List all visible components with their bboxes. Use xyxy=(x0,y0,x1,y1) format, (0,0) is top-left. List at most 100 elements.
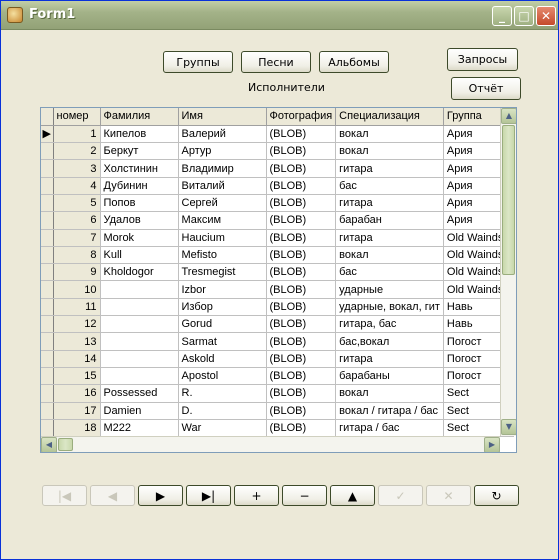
grid-cell[interactable]: Gorud xyxy=(178,315,267,334)
grid-cell[interactable]: Артур xyxy=(178,142,267,161)
table-row[interactable]: 5 Попов Сергей (BLOB) гитара Ария xyxy=(41,194,514,213)
grid-cell[interactable]: бас,вокал xyxy=(335,332,444,351)
grid-cell[interactable]: Morok xyxy=(100,229,179,247)
grid-cell[interactable]: Попов xyxy=(100,194,179,213)
table-row[interactable]: 17 Damien D. (BLOB) вокал / гитара / бас Sect xyxy=(41,402,514,420)
grid-cell[interactable]: гитара, бас xyxy=(335,315,444,334)
grid-cell[interactable]: War xyxy=(178,419,267,438)
scroll-down-icon[interactable]: ▼ xyxy=(501,419,516,435)
grid-cell[interactable]: 9 xyxy=(53,263,101,282)
grid-cell[interactable]: Сергей xyxy=(178,194,267,213)
row-indicator[interactable] xyxy=(41,263,54,282)
table-row[interactable]: 13 Sarmat (BLOB) бас,вокал Погост xyxy=(41,332,514,351)
grid-cell[interactable]: M222 xyxy=(100,419,179,438)
horizontal-scroll-thumb[interactable] xyxy=(58,438,73,451)
first-record-button[interactable]: |◀ xyxy=(42,485,87,506)
table-row[interactable]: 15 Apostol (BLOB) барабаны Погост xyxy=(41,367,514,386)
grid-cell[interactable]: (BLOB) xyxy=(266,332,337,351)
table-row[interactable]: 8 Kull Mefisto (BLOB) вокал Old Wainds xyxy=(41,246,514,265)
vertical-scroll-thumb[interactable] xyxy=(502,125,515,275)
title-bar[interactable]: Form1 _ □ ✕ xyxy=(1,1,558,30)
grid-cell[interactable]: Kholdogor xyxy=(100,263,179,282)
grid-cell[interactable]: гитара xyxy=(335,194,444,213)
column-header[interactable]: Фотография xyxy=(266,108,337,126)
grid-cell[interactable]: 1 xyxy=(53,125,101,144)
grid-cell[interactable]: гитара xyxy=(335,159,444,178)
grid-cell[interactable]: (BLOB) xyxy=(266,142,337,161)
grid-cell[interactable]: 5 xyxy=(53,194,101,213)
table-row[interactable]: 9 Kholdogor Tresmegist (BLOB) бас Old Wainds xyxy=(41,263,514,282)
grid-cell[interactable]: (BLOB) xyxy=(266,280,337,299)
grid-cell[interactable]: Apostol xyxy=(178,367,267,386)
table-row[interactable]: 4 Дубинин Виталий (BLOB) бас Ария xyxy=(41,177,514,195)
grid-cell[interactable]: 3 xyxy=(53,159,101,178)
close-button[interactable]: ✕ xyxy=(536,6,556,26)
grid-cell[interactable]: 12 xyxy=(53,315,101,334)
row-indicator[interactable]: ▶ xyxy=(41,125,54,144)
grid-cell[interactable]: (BLOB) xyxy=(266,367,337,386)
grid-cell[interactable] xyxy=(100,315,179,334)
row-indicator[interactable] xyxy=(41,159,54,178)
grid-cell[interactable]: 18 xyxy=(53,419,101,438)
grid-cell[interactable]: 4 xyxy=(53,177,101,195)
grid-cell[interactable]: (BLOB) xyxy=(266,315,337,334)
grid-cell[interactable] xyxy=(100,350,179,368)
grid-cell[interactable]: вокал xyxy=(335,142,444,161)
row-indicator[interactable] xyxy=(41,194,54,213)
grid-cell[interactable]: (BLOB) xyxy=(266,402,337,420)
row-indicator[interactable] xyxy=(41,315,54,334)
grid-cell[interactable]: Беркут xyxy=(100,142,179,161)
row-indicator[interactable] xyxy=(41,350,54,368)
table-row[interactable]: 16 Possessed R. (BLOB) вокал Sect xyxy=(41,384,514,403)
grid-cell[interactable]: (BLOB) xyxy=(266,159,337,178)
grid-cell[interactable]: бас xyxy=(335,177,444,195)
maximize-button[interactable]: □ xyxy=(514,6,534,26)
table-row[interactable]: 18 M222 War (BLOB) гитара / бас Sect xyxy=(41,419,514,438)
row-indicator[interactable] xyxy=(41,332,54,351)
grid-cell[interactable]: Владимир xyxy=(178,159,267,178)
row-indicator[interactable] xyxy=(41,211,54,230)
last-record-button[interactable]: ▶| xyxy=(186,485,231,506)
grid-cell[interactable] xyxy=(100,280,179,299)
cancel-edit-button[interactable]: ✕ xyxy=(426,485,471,506)
grid-cell[interactable]: 14 xyxy=(53,350,101,368)
grid-cell[interactable]: (BLOB) xyxy=(266,177,337,195)
scroll-left-icon[interactable]: ◀ xyxy=(41,437,57,452)
table-row[interactable]: 2 Беркут Артур (BLOB) вокал Ария xyxy=(41,142,514,161)
grid-cell[interactable]: Кипелов xyxy=(100,125,179,144)
prior-record-button[interactable]: ◀ xyxy=(90,485,135,506)
table-row[interactable]: 10 Izbor (BLOB) ударные Old Wainds xyxy=(41,280,514,299)
grid-cell[interactable]: (BLOB) xyxy=(266,419,337,438)
grid-cell[interactable]: Sarmat xyxy=(178,332,267,351)
grid-cell[interactable]: Izbor xyxy=(178,280,267,299)
row-indicator[interactable] xyxy=(41,246,54,265)
grid-cell[interactable]: Mefisto xyxy=(178,246,267,265)
grid-cell[interactable]: гитара / бас xyxy=(335,419,444,438)
row-indicator[interactable] xyxy=(41,298,54,317)
grid-cell[interactable] xyxy=(100,332,179,351)
table-row[interactable]: 11 Избор (BLOB) ударные, вокал, гит Навь xyxy=(41,298,514,317)
grid-cell[interactable]: (BLOB) xyxy=(266,125,337,144)
grid-cell[interactable]: Валерий xyxy=(178,125,267,144)
grid-cell[interactable]: 17 xyxy=(53,402,101,420)
table-row[interactable]: 14 Askold (BLOB) гитара Погост xyxy=(41,350,514,368)
column-header[interactable]: Специализация xyxy=(335,108,444,126)
grid-cell[interactable] xyxy=(100,367,179,386)
grid-cell[interactable]: Haucium xyxy=(178,229,267,247)
row-indicator[interactable] xyxy=(41,384,54,403)
grid-cell[interactable]: ударные, вокал, гит xyxy=(335,298,444,317)
grid-cell[interactable]: барабаны xyxy=(335,367,444,386)
insert-record-button[interactable]: + xyxy=(234,485,279,506)
grid-cell[interactable]: 2 xyxy=(53,142,101,161)
row-indicator[interactable] xyxy=(41,367,54,386)
scroll-right-icon[interactable]: ▶ xyxy=(484,437,500,452)
delete-record-button[interactable]: − xyxy=(282,485,327,506)
grid-cell[interactable] xyxy=(100,298,179,317)
row-indicator[interactable] xyxy=(41,142,54,161)
grid-cell[interactable]: Максим xyxy=(178,211,267,230)
grid-cell[interactable]: (BLOB) xyxy=(266,246,337,265)
table-row[interactable]: 6 Удалов Максим (BLOB) барабан Ария xyxy=(41,211,514,230)
grid-cell[interactable]: (BLOB) xyxy=(266,384,337,403)
grid-cell[interactable]: (BLOB) xyxy=(266,229,337,247)
performers-grid[interactable]: номер Фамилия Имя Фотография Специализация Гр… xyxy=(40,107,517,453)
